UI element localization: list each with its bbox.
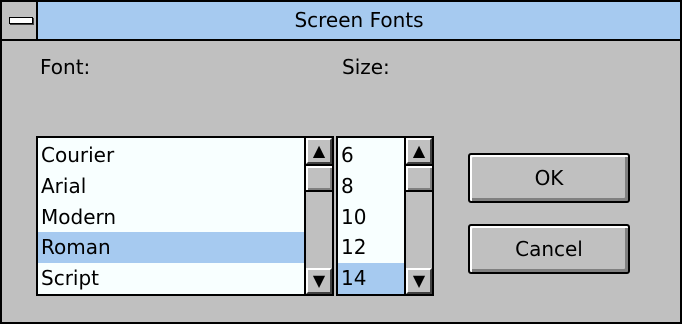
list-item[interactable]: Courier bbox=[38, 140, 307, 171]
list-item-selected[interactable]: 14 bbox=[338, 263, 407, 294]
list-item[interactable]: 8 bbox=[338, 171, 407, 202]
cancel-button[interactable]: Cancel bbox=[468, 224, 630, 274]
list-item[interactable]: Arial bbox=[38, 171, 307, 202]
size-label: Size: bbox=[342, 55, 390, 79]
list-item[interactable]: 10 bbox=[338, 202, 407, 233]
list-item[interactable]: Modern bbox=[38, 202, 307, 233]
screen-fonts-dialog: Screen Fonts Font: Size: Courier Arial M… bbox=[0, 0, 682, 324]
system-menu-button[interactable] bbox=[2, 2, 38, 39]
font-scrollbar[interactable]: ▲ ▼ bbox=[304, 138, 332, 294]
list-item[interactable]: 12 bbox=[338, 232, 407, 263]
list-item[interactable]: 6 bbox=[338, 140, 407, 171]
scroll-up-arrow-icon[interactable]: ▲ bbox=[306, 138, 332, 164]
font-listbox[interactable]: Courier Arial Modern Roman Script ▲ ▼ bbox=[36, 136, 334, 296]
list-item-selected[interactable]: Roman bbox=[38, 232, 307, 263]
title-bar: Screen Fonts bbox=[2, 2, 680, 41]
window-title: Screen Fonts bbox=[294, 8, 424, 32]
size-scrollbar[interactable]: ▲ ▼ bbox=[404, 138, 432, 294]
scroll-thumb[interactable] bbox=[406, 164, 432, 192]
size-listbox[interactable]: 6 8 10 12 14 ▲ ▼ bbox=[336, 136, 434, 296]
scroll-up-arrow-icon[interactable]: ▲ bbox=[406, 138, 432, 164]
scroll-down-arrow-icon[interactable]: ▼ bbox=[406, 268, 432, 294]
system-menu-icon bbox=[9, 17, 33, 24]
font-label: Font: bbox=[40, 55, 91, 79]
scroll-down-arrow-icon[interactable]: ▼ bbox=[306, 268, 332, 294]
ok-button[interactable]: OK bbox=[468, 153, 630, 203]
scroll-thumb[interactable] bbox=[306, 164, 332, 192]
list-item[interactable]: Script bbox=[38, 263, 307, 294]
